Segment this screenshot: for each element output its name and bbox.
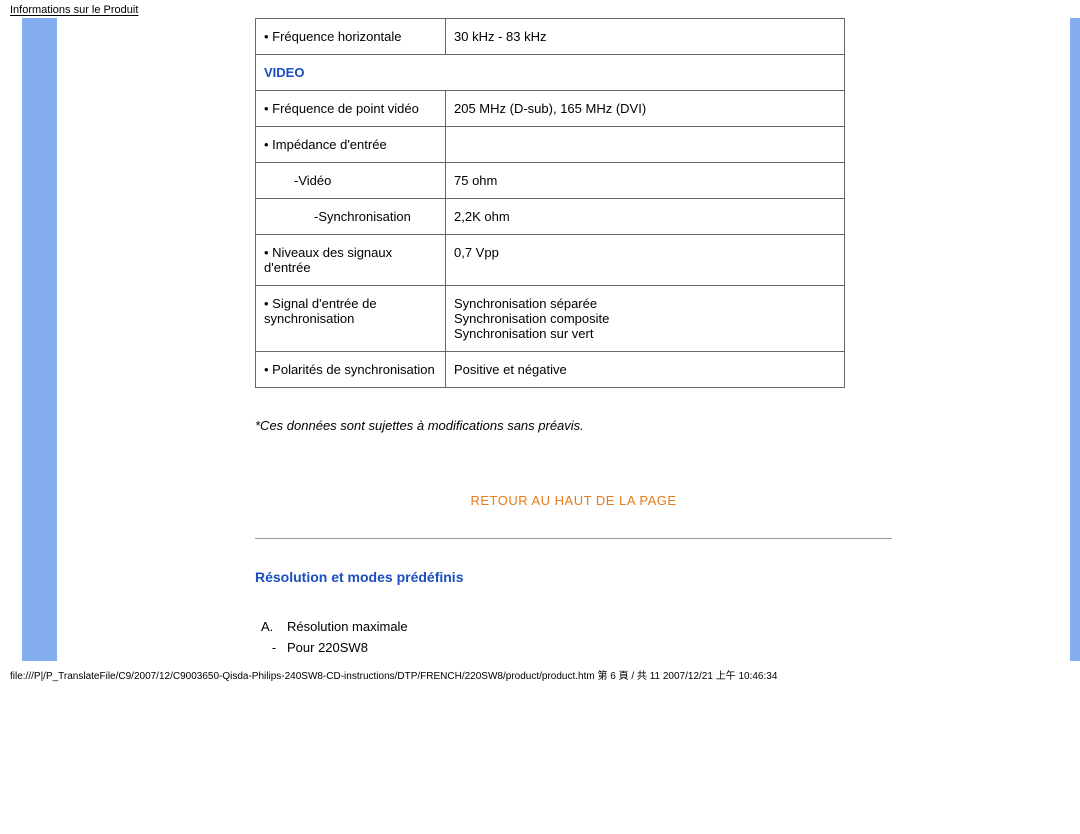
list-text: Pour 220SW8 — [287, 640, 368, 655]
footer-path: file:///P|/P_TranslateFile/C9/2007/12/C9… — [0, 661, 1080, 686]
table-row: • Fréquence horizontale 30 kHz - 83 kHz — [256, 19, 845, 55]
left-stripe — [22, 18, 57, 661]
spec-value: 0,7 Vpp — [446, 235, 845, 286]
spec-value: Synchronisation séparée Synchronisation … — [446, 286, 845, 352]
table-row: • Fréquence de point vidéo 205 MHz (D-su… — [256, 91, 845, 127]
spec-label: • Niveaux des signaux d'entrée — [256, 235, 446, 286]
table-row: -Synchronisation 2,2K ohm — [256, 199, 845, 235]
list-text: Résolution maximale — [287, 619, 408, 634]
spec-value: Positive et négative — [446, 352, 845, 388]
spec-value: 2,2K ohm — [446, 199, 845, 235]
spec-label: • Fréquence de point vidéo — [256, 91, 446, 127]
spec-label: • Polarités de synchronisation — [256, 352, 446, 388]
table-row: -Vidéo 75 ohm — [256, 163, 845, 199]
list-marker: - — [255, 640, 287, 655]
after-table-text: *Ces données sont sujettes à modificatio… — [65, 418, 1062, 655]
table-row: • Polarités de synchronisation Positive … — [256, 352, 845, 388]
separator — [255, 538, 892, 539]
list-item: - Pour 220SW8 — [255, 640, 892, 655]
spec-table-wrap: • Fréquence horizontale 30 kHz - 83 kHz … — [255, 18, 1062, 388]
section-video-heading: VIDEO — [264, 65, 304, 80]
page-header: Informations sur le Produit — [0, 0, 1080, 18]
top-link-wrap: RETOUR AU HAUT DE LA PAGE — [255, 493, 892, 508]
spec-value: 30 kHz - 83 kHz — [446, 19, 845, 55]
sub-label: -Vidéo — [264, 173, 437, 188]
table-row: • Niveaux des signaux d'entrée 0,7 Vpp — [256, 235, 845, 286]
section-cell: VIDEO — [256, 55, 845, 91]
spec-value: 75 ohm — [446, 163, 845, 199]
back-to-top-link[interactable]: RETOUR AU HAUT DE LA PAGE — [470, 493, 676, 508]
spec-value — [446, 127, 845, 163]
page-body: • Fréquence horizontale 30 kHz - 83 kHz … — [0, 18, 1080, 661]
list-marker: A. — [255, 619, 287, 634]
table-section-row: VIDEO — [256, 55, 845, 91]
spec-label: • Fréquence horizontale — [256, 19, 446, 55]
content-area: • Fréquence horizontale 30 kHz - 83 kHz … — [57, 18, 1070, 661]
sub-label: -Synchronisation — [264, 209, 437, 224]
table-row: • Signal d'entrée de synchronisation Syn… — [256, 286, 845, 352]
disclaimer-text: *Ces données sont sujettes à modificatio… — [255, 418, 892, 433]
spec-label: • Signal d'entrée de synchronisation — [256, 286, 446, 352]
spec-value: 205 MHz (D-sub), 165 MHz (DVI) — [446, 91, 845, 127]
section-resolution-heading: Résolution et modes prédéfinis — [255, 569, 892, 585]
list-item: A. Résolution maximale — [255, 619, 892, 634]
spec-label: -Synchronisation — [256, 199, 446, 235]
spec-label: • Impédance d'entrée — [256, 127, 446, 163]
resolution-list: A. Résolution maximale - Pour 220SW8 — [255, 619, 892, 655]
right-stripe — [1070, 18, 1080, 661]
spec-table: • Fréquence horizontale 30 kHz - 83 kHz … — [255, 18, 845, 388]
spec-label: -Vidéo — [256, 163, 446, 199]
table-row: • Impédance d'entrée — [256, 127, 845, 163]
